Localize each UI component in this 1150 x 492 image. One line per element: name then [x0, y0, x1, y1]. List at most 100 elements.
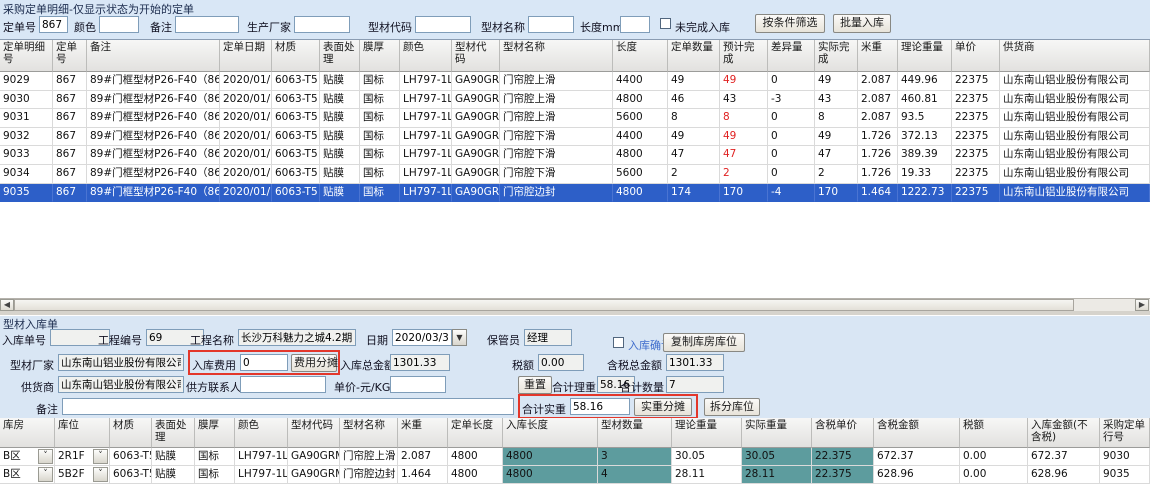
form-remark-input[interactable] — [62, 398, 514, 415]
dropdown-arrow-icon[interactable]: ˅ — [93, 449, 108, 464]
order-table-hscrollbar[interactable]: ◀ ▶ — [0, 298, 1150, 311]
table-cell: 43 — [720, 91, 768, 110]
column-header[interactable]: 预计完成 — [720, 40, 768, 72]
table-row[interactable]: 902986789#门框型材P26-F40（866+867）2020/01/13… — [0, 72, 1150, 91]
column-header[interactable]: 库位 — [55, 418, 110, 448]
dropdown-arrow-icon[interactable]: ˅ — [38, 467, 53, 482]
column-header[interactable]: 供货商 — [1000, 40, 1150, 72]
column-header[interactable]: 颜色 — [235, 418, 288, 448]
column-header[interactable]: 备注 — [87, 40, 220, 72]
batch-inbound-button[interactable]: 批量入库 — [833, 14, 891, 33]
column-header[interactable]: 表面处理 — [152, 418, 195, 448]
filter-maker-input[interactable] — [294, 16, 350, 33]
supplier-input[interactable] — [58, 376, 184, 393]
table-row[interactable]: 903586789#门框型材P26-F40（866+867）2020/01/13… — [0, 184, 1150, 203]
filter-order-no-input[interactable] — [39, 16, 68, 33]
actual-total-input[interactable] — [570, 398, 630, 415]
table-row[interactable]: 903086789#门框型材P26-F40（866+867）2020/01/13… — [0, 91, 1150, 110]
inbound-confirm-checkbox[interactable] — [613, 337, 624, 348]
table-cell: 6063-T5 — [110, 448, 152, 466]
copy-warehouse-button[interactable]: 复制库房库位 — [663, 333, 745, 352]
column-header[interactable]: 定单明细号 — [0, 40, 53, 72]
dropdown-arrow-icon[interactable]: ˅ — [38, 449, 53, 464]
scrollbar-thumb[interactable] — [14, 299, 1074, 311]
unit-price-input[interactable] — [390, 376, 446, 393]
fee-share-button[interactable]: 费用分摊 — [291, 354, 337, 372]
column-header[interactable]: 差异量 — [768, 40, 815, 72]
column-header[interactable]: 型材名称 — [500, 40, 613, 72]
calendar-dropdown-icon[interactable]: ▼ — [452, 329, 467, 346]
column-header[interactable]: 税额 — [960, 418, 1028, 448]
filter-code-input[interactable] — [415, 16, 471, 33]
column-header[interactable]: 膜厚 — [195, 418, 235, 448]
column-header[interactable]: 定单长度 — [448, 418, 503, 448]
contact-input[interactable] — [240, 376, 326, 393]
column-header[interactable]: 型材代码 — [288, 418, 340, 448]
cell-text: 4800 — [506, 468, 533, 480]
column-header[interactable]: 实际重量 — [742, 418, 812, 448]
column-header[interactable]: 型材数量 — [598, 418, 672, 448]
column-header[interactable]: 库房 — [0, 418, 55, 448]
scroll-right-icon[interactable]: ▶ — [1135, 299, 1149, 311]
cell-text: LH797-1LL0 — [403, 167, 452, 179]
factory-input[interactable] — [58, 354, 184, 371]
tax-input[interactable] — [538, 354, 584, 371]
tax-total-input[interactable] — [666, 354, 724, 371]
table-row[interactable]: B区˅2R1F˅6063-T5贴膜国标LH797-1LL0GA90GRM03门帘… — [0, 448, 1150, 466]
order-filter-panel: 采购定单明细-仅显示状态为开始的定单 定单号 颜色 备注 生产厂家 型材代码 型… — [0, 0, 1150, 40]
fee-input[interactable] — [240, 354, 288, 371]
column-header[interactable]: 入库金额(不含税) — [1028, 418, 1100, 448]
column-header[interactable]: 材质 — [110, 418, 152, 448]
column-header[interactable]: 定单号 — [53, 40, 87, 72]
unfinished-checkbox[interactable] — [660, 18, 671, 29]
column-header[interactable]: 型材名称 — [340, 418, 398, 448]
column-header[interactable]: 理论重量 — [672, 418, 742, 448]
keeper-input[interactable] — [524, 329, 572, 346]
column-header[interactable]: 膜厚 — [360, 40, 400, 72]
table-cell: 2020/01/13 — [220, 165, 272, 184]
column-header[interactable]: 入库长度 — [503, 418, 598, 448]
column-header[interactable]: 含税单价 — [812, 418, 874, 448]
table-cell: 9032 — [0, 128, 53, 147]
dropdown-arrow-icon[interactable]: ˅ — [93, 467, 108, 482]
filter-remark-input[interactable] — [175, 16, 239, 33]
table-row[interactable]: 903186789#门框型材P26-F40（866+867）2020/01/13… — [0, 109, 1150, 128]
column-header[interactable]: 颜色 — [400, 40, 452, 72]
table-row[interactable]: 903286789#门框型材P26-F40（866+867）2020/01/13… — [0, 128, 1150, 147]
filter-color-input[interactable] — [99, 16, 139, 33]
cell-text: 170 — [723, 186, 743, 198]
column-header[interactable]: 采购定单行号 — [1100, 418, 1150, 448]
table-row[interactable]: 903486789#门框型材P26-F40（866+867）2020/01/13… — [0, 165, 1150, 184]
filter-by-condition-button[interactable]: 按条件筛选 — [755, 14, 825, 33]
column-header[interactable]: 米重 — [398, 418, 448, 448]
scroll-left-icon[interactable]: ◀ — [0, 299, 14, 311]
cell-text: 22375 — [955, 130, 988, 142]
total-amount-input[interactable] — [390, 354, 450, 371]
column-header[interactable]: 定单数量 — [668, 40, 720, 72]
column-header[interactable]: 单价 — [952, 40, 1000, 72]
column-header[interactable]: 材质 — [272, 40, 320, 72]
column-header[interactable]: 型材代码 — [452, 40, 500, 72]
table-cell: 2020/01/13 — [220, 184, 272, 203]
filter-name-input[interactable] — [528, 16, 574, 33]
column-header[interactable]: 米重 — [858, 40, 898, 72]
weight-share-button[interactable]: 实重分摊 — [634, 398, 692, 416]
column-header[interactable]: 表面处理 — [320, 40, 360, 72]
reset-button[interactable]: 重置 — [518, 376, 552, 394]
table-cell: LH797-1LL0 — [400, 128, 452, 147]
column-header[interactable]: 理论重量 — [898, 40, 952, 72]
table-row[interactable]: B区˅5B2F˅6063-T5贴膜国标LH797-1LL0GA90GRM05门帘… — [0, 466, 1150, 484]
split-location-button[interactable]: 拆分库位 — [704, 398, 760, 416]
qty-total-input[interactable] — [666, 376, 724, 393]
column-header[interactable]: 长度 — [613, 40, 668, 72]
project-name-input[interactable] — [238, 329, 356, 346]
column-header[interactable]: 定单日期 — [220, 40, 272, 72]
cell-text: 3 — [601, 450, 608, 462]
column-header[interactable]: 含税金额 — [874, 418, 960, 448]
table-cell: GA90GRM05 — [452, 184, 500, 203]
table-row[interactable]: 903386789#门框型材P26-F40（866+867）2020/01/13… — [0, 146, 1150, 165]
filter-length-input[interactable] — [620, 16, 650, 33]
date-input[interactable] — [392, 329, 452, 346]
column-header[interactable]: 实际完成 — [815, 40, 858, 72]
cell-text: 门帘腔上滑 — [503, 111, 556, 123]
